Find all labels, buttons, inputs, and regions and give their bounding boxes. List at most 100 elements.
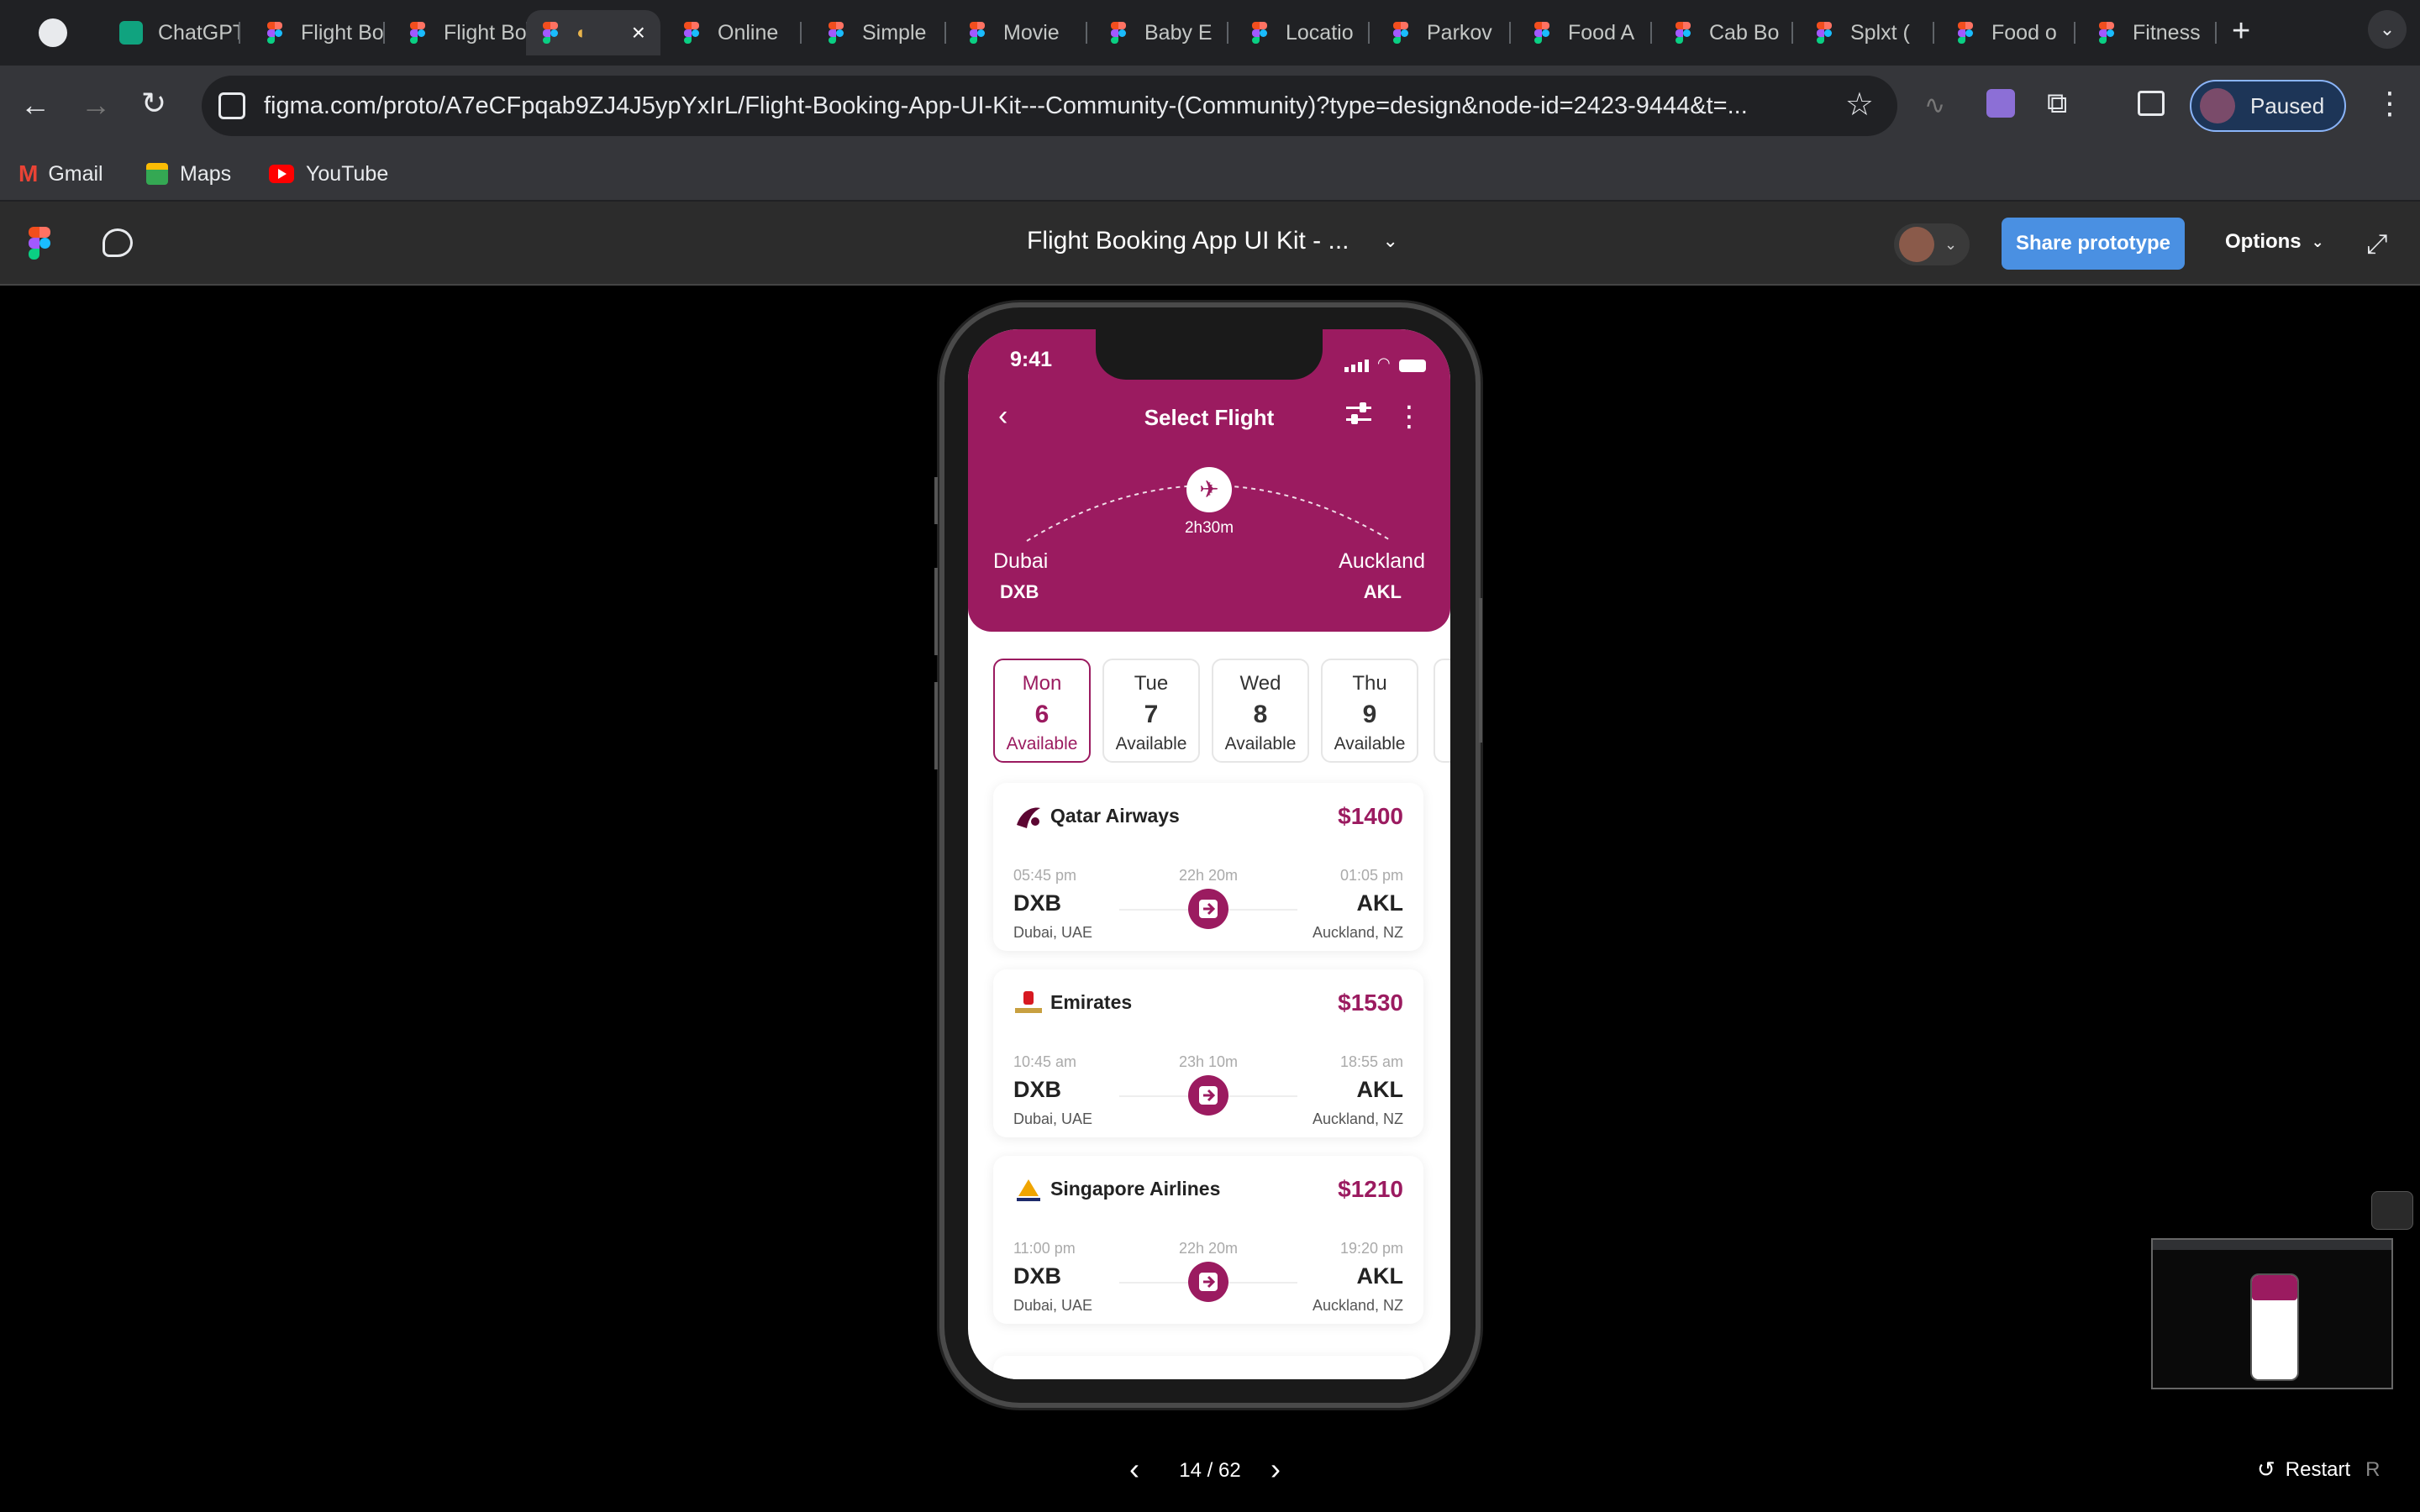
- airline-logo-icon: [1013, 1176, 1044, 1205]
- flight-card[interactable]: Singapore Airlines $1210 11:00 pm 22h 20m 19…: [993, 1156, 1423, 1324]
- extension-floating-icon[interactable]: [2371, 1191, 2413, 1230]
- chrome-kebab-icon[interactable]: ⋮: [2375, 86, 2405, 121]
- tab-label: Simple: [862, 20, 927, 45]
- youtube-icon: [269, 165, 294, 183]
- figma-icon: [1390, 22, 1412, 44]
- tab-6[interactable]: Movie: [953, 10, 1087, 55]
- route-duration: 2h30m: [1184, 519, 1234, 537]
- departure-code: DXB: [1013, 1077, 1062, 1102]
- filter-icon[interactable]: [1346, 402, 1371, 427]
- tab-label: Cab Bo: [1709, 20, 1780, 45]
- chrome-menu-icon[interactable]: [39, 18, 67, 47]
- destination-city: Auckland: [1339, 549, 1425, 573]
- more-icon[interactable]: ⋮: [1395, 400, 1423, 433]
- day-card[interactable]: Wed 8 Available: [1212, 659, 1309, 763]
- tab-label: Baby E: [1144, 20, 1213, 45]
- reload-icon[interactable]: ↻: [141, 86, 166, 121]
- chevron-down-icon: ⌄: [1944, 235, 1958, 253]
- tab-separator: [1933, 22, 1934, 44]
- flight-card[interactable]: Emirates $1530 10:45 am 23h 10m 18:55 am DXB A…: [993, 969, 1423, 1137]
- side-panel-icon[interactable]: [2138, 91, 2165, 116]
- options-menu[interactable]: Options ⌄: [2225, 230, 2324, 254]
- phone-side-button: [1479, 598, 1482, 743]
- viewer-avatar[interactable]: ⌄: [1894, 223, 1970, 265]
- tab-11[interactable]: Cab Bo: [1659, 10, 1793, 55]
- bookmark-gmail[interactable]: M Gmail: [18, 158, 103, 190]
- site-info-icon[interactable]: [218, 92, 245, 119]
- tab-7[interactable]: Baby E: [1094, 10, 1228, 55]
- day-date: 7: [1144, 701, 1159, 728]
- plane-icon: ✈: [1186, 467, 1232, 512]
- day-card-partial[interactable]: [1434, 659, 1450, 763]
- tab-13[interactable]: Food o: [1941, 10, 2075, 55]
- tab-3[interactable]: ◐ ×: [526, 10, 660, 55]
- arrival-code: AKL: [1356, 890, 1404, 916]
- gmail-icon: M: [18, 160, 39, 186]
- phone-side-button: [934, 682, 938, 769]
- tab-separator: [1791, 22, 1793, 44]
- restart-button[interactable]: ↺ Restart R: [2257, 1457, 2381, 1483]
- close-tab-icon[interactable]: ×: [632, 19, 645, 46]
- day-name: Mon: [1022, 672, 1062, 695]
- file-title[interactable]: Flight Booking App UI Kit - ... ⌄: [1027, 227, 1398, 255]
- day-date: 6: [1034, 701, 1050, 728]
- tab-label: Flight Booking: [444, 20, 528, 45]
- tab-10[interactable]: Food A: [1518, 10, 1652, 55]
- palette-icon: ◐: [576, 22, 588, 43]
- status-icons: ◠: [1344, 354, 1426, 372]
- tab-1[interactable]: Flight Booking: [250, 10, 385, 55]
- browser-toolbar: ← → ↻ figma.com/proto/A7eCFpqab9ZJ4J5ypY…: [0, 66, 2420, 146]
- plane-icon: [1188, 1075, 1228, 1116]
- tab-0[interactable]: ChatGPT: [106, 10, 240, 55]
- figma-icon: [1531, 22, 1553, 44]
- profile-button[interactable]: Paused: [2190, 80, 2346, 132]
- departure-place: Dubai, UAE: [1013, 1297, 1093, 1314]
- fullscreen-icon[interactable]: ⤢: [2366, 228, 2388, 260]
- forward-icon[interactable]: →: [81, 87, 111, 123]
- tab-8[interactable]: Locatio: [1235, 10, 1370, 55]
- day-name: Tue: [1134, 672, 1169, 695]
- minimap-preview[interactable]: [2151, 1238, 2393, 1389]
- share-prototype-button[interactable]: Share prototype: [2002, 218, 2185, 270]
- tab-14[interactable]: Fitness: [2082, 10, 2217, 55]
- extension-icon[interactable]: [1986, 89, 2015, 118]
- airline-name: Singapore Airlines: [1050, 1178, 1221, 1200]
- arrival-time: 18:55 am: [1339, 1053, 1403, 1070]
- flight-card-partial[interactable]: [993, 1356, 1423, 1379]
- day-card[interactable]: Mon 6 Available: [993, 659, 1091, 763]
- new-tab-icon[interactable]: +: [2232, 13, 2250, 50]
- tab-2[interactable]: Flight Booking: [393, 10, 528, 55]
- day-card[interactable]: Tue 7 Available: [1102, 659, 1200, 763]
- tab-label: Splxt (: [1850, 20, 1910, 45]
- tab-label: Fitness: [2133, 20, 2201, 45]
- comment-icon[interactable]: [103, 228, 133, 257]
- tab-search-icon[interactable]: ⌄: [2368, 10, 2407, 49]
- bookmark-youtube[interactable]: YouTube: [269, 158, 388, 190]
- day-availability: Available: [1224, 734, 1297, 753]
- flight-price: $1400: [1338, 803, 1403, 829]
- back-icon[interactable]: ←: [20, 87, 50, 123]
- flight-card[interactable]: Qatar Airways $1400 05:45 pm 22h 20m 01:05 p…: [993, 783, 1423, 951]
- tab-5[interactable]: Simple: [812, 10, 946, 55]
- day-card[interactable]: Thu 9 Available: [1321, 659, 1418, 763]
- phone-side-button: [934, 568, 938, 655]
- tab-4[interactable]: Online: [667, 10, 802, 55]
- tab-separator: [800, 22, 802, 44]
- extensions-puzzle-icon[interactable]: ⧉: [2047, 87, 2067, 120]
- flight-price: $1530: [1338, 990, 1403, 1016]
- figma-icon: [1672, 22, 1694, 44]
- tab-separator: [2215, 22, 2217, 44]
- tab-separator: [383, 22, 385, 44]
- bookmark-label: Maps: [180, 161, 232, 186]
- bookmark-star-icon[interactable]: ☆: [1845, 86, 1874, 123]
- day-name: Thu: [1352, 672, 1387, 695]
- tab-12[interactable]: Splxt (: [1800, 10, 1934, 55]
- tab-9[interactable]: Parkov: [1376, 10, 1511, 55]
- previous-frame-icon[interactable]: ‹: [1129, 1452, 1139, 1487]
- next-frame-icon[interactable]: ›: [1270, 1452, 1281, 1487]
- performance-icon[interactable]: ∿: [1924, 91, 1945, 120]
- url-text[interactable]: figma.com/proto/A7eCFpqab9ZJ4J5ypYxIrL/F…: [264, 92, 1748, 120]
- address-bar[interactable]: figma.com/proto/A7eCFpqab9ZJ4J5ypYxIrL/F…: [202, 76, 1897, 136]
- figma-logo-icon[interactable]: [29, 227, 50, 260]
- bookmark-maps[interactable]: Maps: [146, 158, 231, 190]
